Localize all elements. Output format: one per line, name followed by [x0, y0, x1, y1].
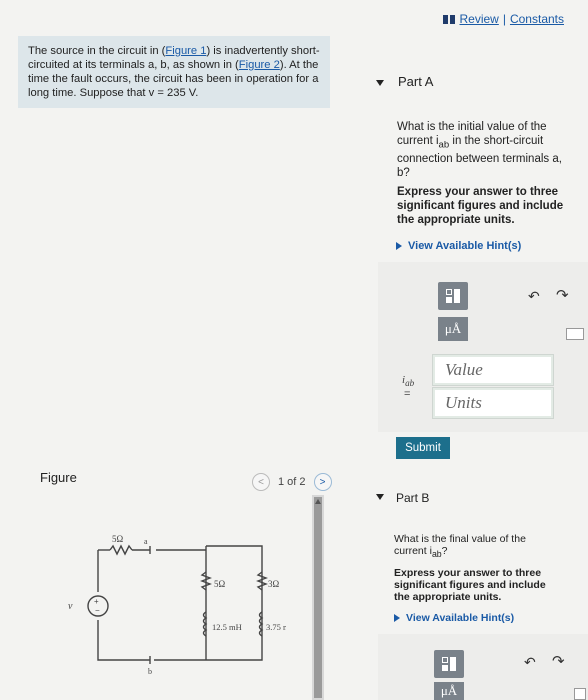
part-b-instruction: Express your answer to three significant… — [394, 567, 546, 603]
figure-pager: < 1 of 2 > — [252, 473, 332, 491]
template-button[interactable] — [438, 282, 468, 310]
r2-label: 3Ω — [268, 579, 280, 589]
series-resistor — [109, 544, 133, 556]
part-b-template-button[interactable] — [434, 650, 464, 678]
part-b-units-button[interactable]: μÅ — [434, 682, 464, 700]
redo-icon[interactable]: ↷ — [556, 286, 569, 304]
figure-label: Figure — [40, 470, 77, 485]
part-b-title: Part B — [396, 491, 430, 505]
answer-input-panel: μÅ ↶ ↷ iab = Value Units — [378, 262, 588, 432]
source-plus: + — [94, 597, 99, 606]
right-loop-wire — [206, 545, 263, 661]
constants-link[interactable]: Constants — [510, 12, 564, 26]
template-icon — [446, 289, 460, 303]
part-a-question-sub: ab — [438, 139, 450, 151]
series-resistor-label: 5Ω — [112, 534, 124, 544]
next-figure-button[interactable]: > — [313, 473, 332, 491]
units-mu-button[interactable]: μÅ — [438, 317, 468, 341]
r1-label: 5Ω — [214, 579, 226, 589]
part-b-redo-icon[interactable]: ↷ — [552, 652, 565, 670]
value-input[interactable]: Value — [432, 354, 554, 386]
submit-button[interactable]: Submit — [396, 437, 450, 459]
keyboard-icon[interactable] — [566, 328, 584, 340]
expand-arrow-icon — [396, 242, 402, 250]
var-sub: ab — [405, 378, 415, 389]
part-a-hint-label: View Available Hint(s) — [408, 240, 522, 252]
part-a-collapse-icon[interactable] — [376, 80, 384, 86]
review-constants-links: Review | Constants — [443, 12, 564, 26]
part-a-hint-toggle[interactable]: View Available Hint(s) — [396, 240, 521, 252]
prev-figure-button[interactable]: < — [252, 473, 270, 491]
part-b-hint-label: View Available Hint(s) — [406, 612, 515, 624]
part-b-question-sub: ab — [431, 549, 442, 560]
template-icon — [442, 657, 456, 671]
part-b-undo-icon[interactable]: ↶ — [524, 654, 536, 671]
figure-scrollbar[interactable] — [312, 495, 324, 700]
part-b-question-rest: ? — [441, 545, 448, 557]
figure1-link[interactable]: Figure 1 — [165, 45, 206, 57]
problem-text-1: The source in the circuit in ( — [28, 45, 166, 57]
part-b-collapse-icon[interactable] — [376, 494, 384, 500]
left-wire-bottom — [97, 620, 150, 661]
node-a-label: a — [144, 537, 148, 546]
scroll-up-icon[interactable] — [315, 499, 321, 504]
part-a-question: What is the initial value of the current… — [397, 120, 577, 180]
units-input[interactable]: Units — [432, 387, 554, 419]
review-icon — [443, 14, 456, 24]
part-b-question-text: What is the final value of the current i — [394, 533, 526, 557]
part-b-keyboard-icon[interactable] — [574, 688, 586, 700]
source-minus: − — [95, 606, 100, 615]
figure-page-indicator: 1 of 2 — [278, 476, 306, 488]
part-b-question: What is the final value of the current i… — [394, 533, 544, 560]
expand-arrow-icon — [394, 614, 400, 622]
circuit-diagram: + − v 5Ω a b 5Ω 3Ω 12.5 mH 3.75 mH — [68, 534, 286, 676]
figure2-link[interactable]: Figure 2 — [239, 59, 280, 71]
review-link[interactable]: Review — [459, 12, 498, 26]
scrollbar-thumb[interactable] — [314, 497, 322, 698]
part-a-title: Part A — [398, 74, 434, 89]
current-variable-label: iab — [402, 374, 414, 388]
header-separator: | — [502, 12, 506, 26]
node-b-label: b — [148, 667, 152, 676]
part-b-hint-toggle[interactable]: View Available Hint(s) — [394, 612, 514, 624]
l1-label: 12.5 mH — [212, 622, 242, 632]
equals-sign: = — [404, 388, 411, 400]
part-b-answer-panel: μÅ ↶ ↷ — [378, 634, 588, 700]
l2-label: 3.75 mH — [266, 622, 286, 632]
problem-statement: The source in the circuit in (Figure 1) … — [18, 36, 330, 108]
source-label-v: v — [68, 601, 73, 612]
undo-icon[interactable]: ↶ — [528, 288, 540, 305]
part-a-instruction: Express your answer to three significant… — [397, 186, 564, 226]
